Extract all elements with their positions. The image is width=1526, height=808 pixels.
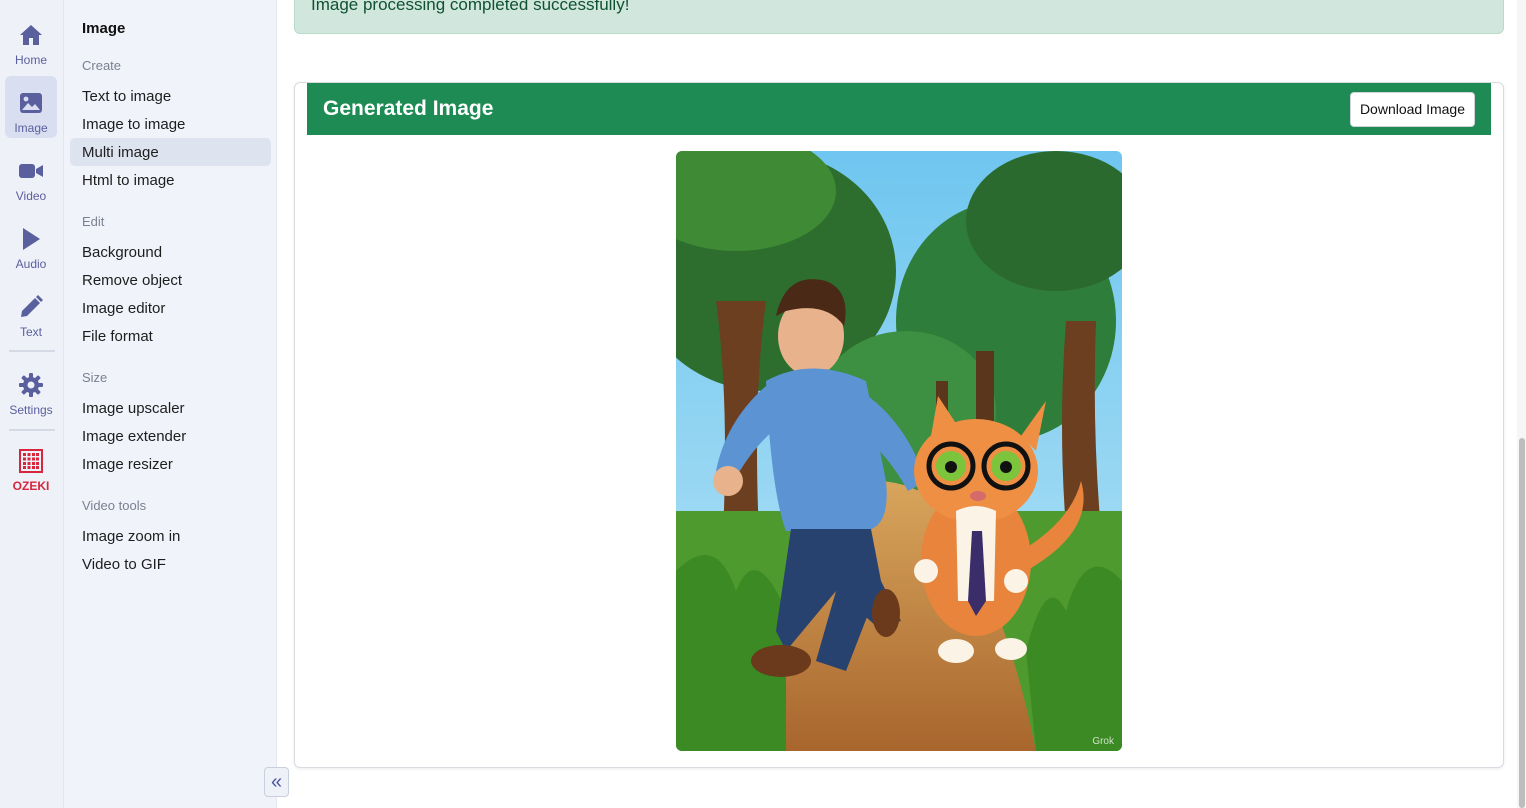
- rail-item-ozeki[interactable]: OZEKI: [5, 434, 57, 496]
- card-title: Generated Image: [323, 97, 494, 120]
- submenu-item-image-to-image[interactable]: Image to image: [70, 110, 271, 138]
- rail-item-image[interactable]: Image: [5, 76, 57, 138]
- icon-rail: Home Image Video Audio Text Settings OZE…: [0, 0, 64, 808]
- rail-item-text[interactable]: Text: [5, 280, 57, 342]
- submenu-item-html-to-image[interactable]: Html to image: [70, 166, 271, 194]
- generated-image-card: Generated Image Download Image Grok: [294, 82, 1504, 768]
- rail-label-text: Text: [19, 325, 42, 339]
- rail-item-video[interactable]: Video: [5, 144, 57, 206]
- collapse-sidebar-button[interactable]: «: [264, 767, 289, 797]
- gear-icon: [18, 372, 44, 398]
- rail-label-video: Video: [15, 189, 47, 203]
- submenu-item-image-resizer[interactable]: Image resizer: [70, 450, 271, 478]
- submenu-group-video-tools: Video tools: [82, 498, 147, 513]
- rail-label-audio: Audio: [15, 257, 47, 271]
- download-image-button[interactable]: Download Image: [1349, 91, 1475, 127]
- video-camera-icon: [18, 158, 44, 184]
- rail-item-audio[interactable]: Audio: [5, 212, 57, 274]
- submenu-item-video-to-gif[interactable]: Video to GIF: [70, 550, 271, 578]
- play-icon: [18, 226, 44, 252]
- ozeki-logo: [18, 448, 44, 474]
- watermark: Grok: [1092, 736, 1114, 747]
- submenu-title: Image: [82, 20, 126, 37]
- success-alert: Image processing completed successfully!: [294, 0, 1504, 34]
- submenu-group-create: Create: [82, 58, 122, 73]
- submenu-group-size: Size: [82, 370, 108, 385]
- submenu-item-file-format[interactable]: File format: [70, 322, 271, 350]
- double-chevron-left-icon: «: [270, 770, 283, 793]
- submenu-item-multi-image[interactable]: Multi image: [70, 138, 271, 166]
- home-icon: [18, 22, 44, 48]
- rail-label-image: Image: [14, 121, 48, 135]
- submenu-item-background[interactable]: Background: [70, 238, 271, 266]
- submenu-item-text-to-image[interactable]: Text to image: [70, 82, 271, 110]
- pencil-icon: [18, 294, 44, 320]
- submenu-item-image-upscaler[interactable]: Image upscaler: [70, 394, 271, 422]
- submenu-group-edit: Edit: [82, 214, 105, 229]
- submenu-item-image-extender[interactable]: Image extender: [70, 422, 271, 450]
- image-icon: [18, 90, 44, 116]
- rail-divider: [9, 350, 55, 352]
- submenu-item-image-editor[interactable]: Image editor: [70, 294, 271, 322]
- rail-label-settings: Settings: [9, 403, 53, 417]
- rail-label-ozeki: OZEKI: [12, 479, 50, 493]
- submenu-item-image-zoom-in[interactable]: Image zoom in: [70, 522, 271, 550]
- rail-item-settings[interactable]: Settings: [5, 358, 57, 420]
- generated-image: Grok: [676, 151, 1122, 751]
- rail-label-home: Home: [14, 53, 47, 67]
- rail-item-home[interactable]: Home: [5, 8, 57, 70]
- submenu-item-remove-object[interactable]: Remove object: [70, 266, 271, 294]
- image-submenu: Image Create Text to image Image to imag…: [64, 0, 277, 808]
- scrollbar-thumb[interactable]: [1519, 438, 1525, 808]
- rail-divider: [9, 429, 55, 431]
- card-header: Generated Image Download Image: [307, 83, 1491, 135]
- alert-text: Image processing completed successfully!: [311, 0, 630, 14]
